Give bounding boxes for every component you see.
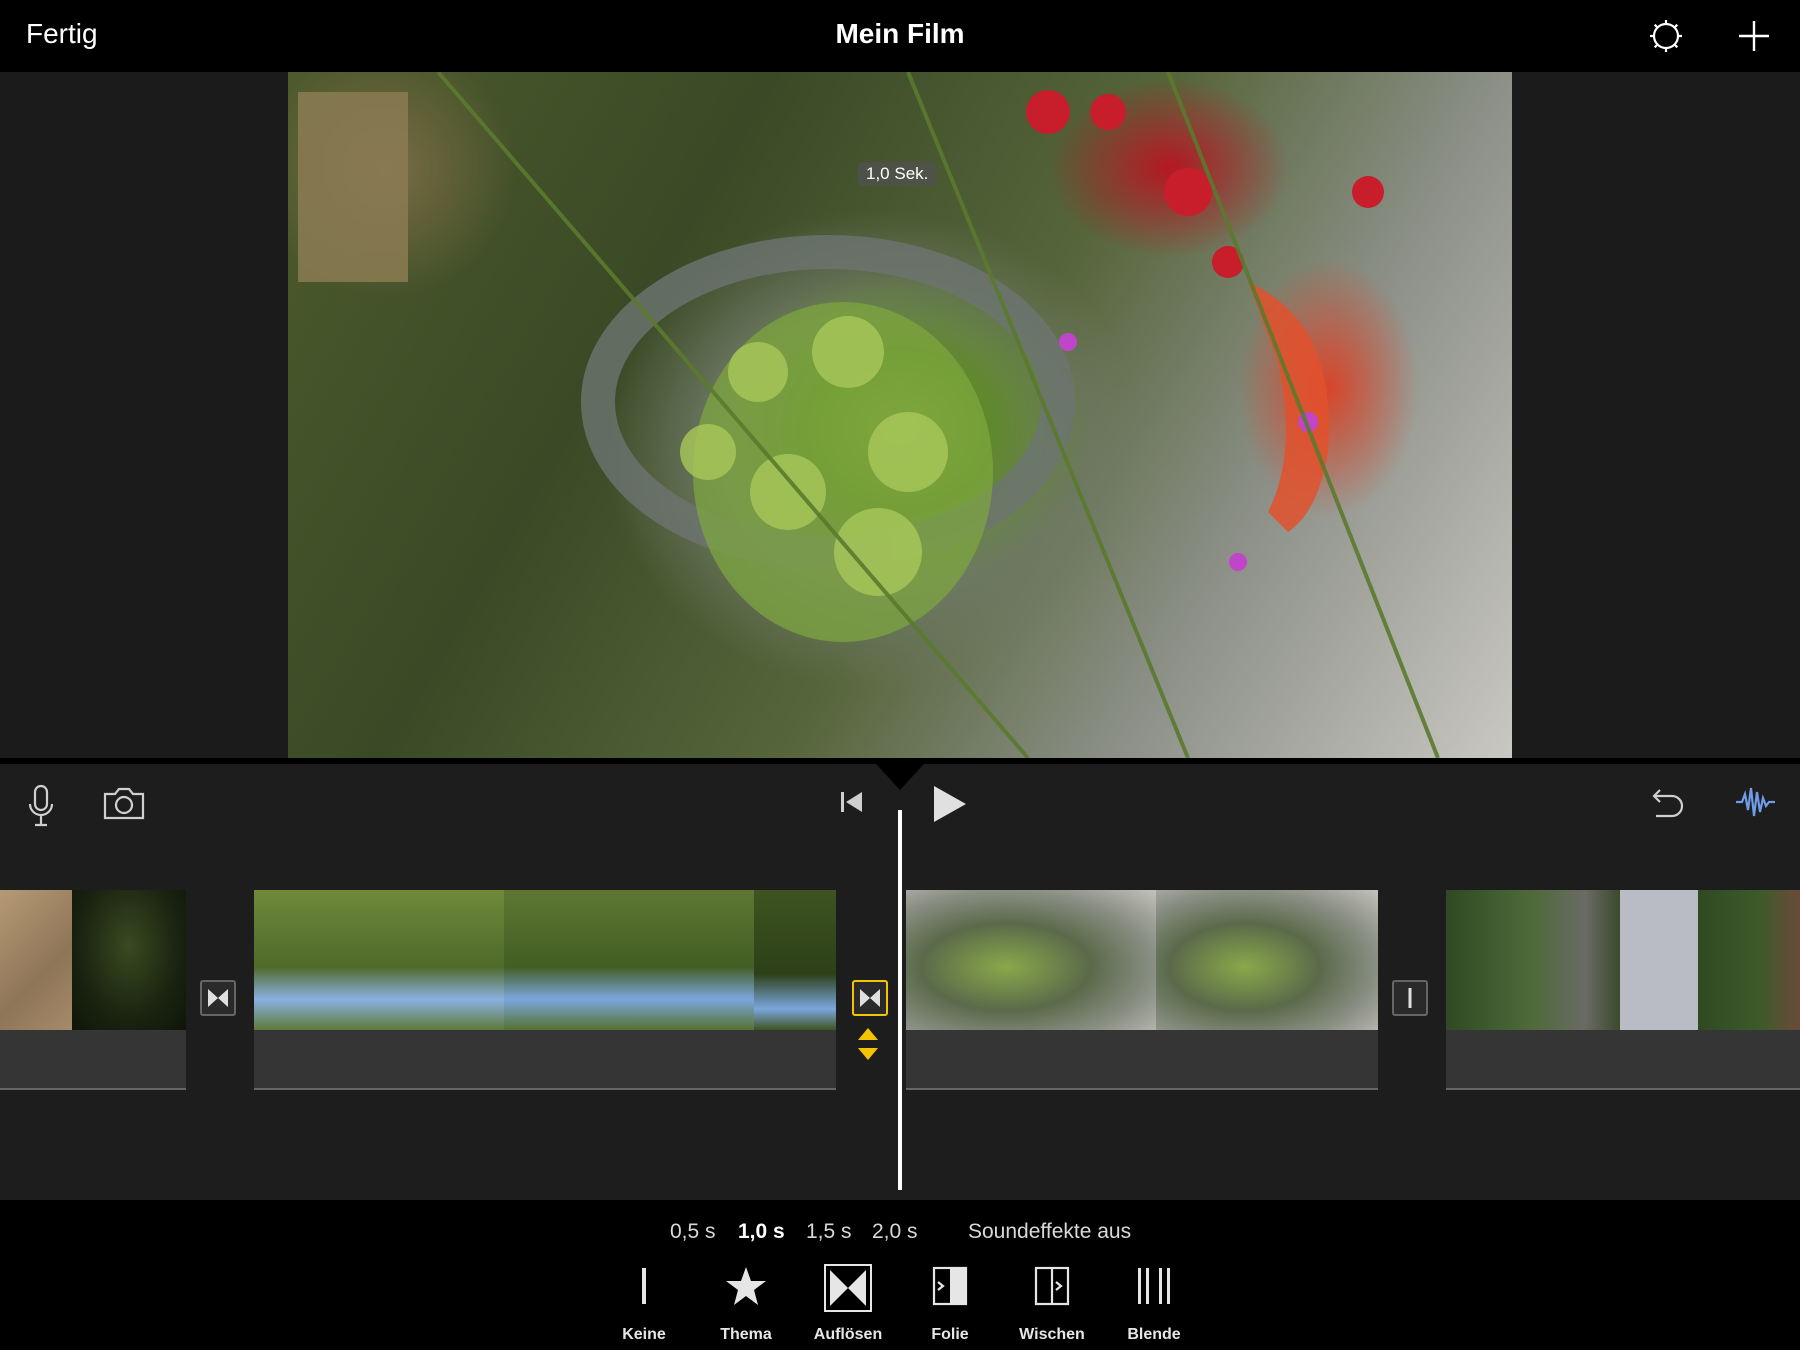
audio-waveform-icon [1736, 787, 1775, 817]
timeline-clip[interactable] [906, 890, 1378, 1030]
transition-adjust-handle[interactable] [856, 1026, 880, 1062]
undo-icon [1652, 789, 1684, 818]
timeline-editor [0, 758, 1800, 1200]
clip-thumbnail [254, 890, 504, 1030]
play-icon [934, 786, 966, 822]
duration-option[interactable]: 1,5 s [806, 1220, 852, 1244]
transition-button-selected[interactable] [852, 980, 888, 1016]
clip-thumbnail [72, 890, 186, 1030]
settings-button[interactable] [1646, 16, 1686, 56]
play-button[interactable] [930, 784, 968, 824]
transition-duration-badge: 1,0 Sek. [858, 162, 937, 186]
transition-fade-button[interactable]: Blende [1106, 1264, 1202, 1350]
transition-settings-bar: 0,5 s 1,0 s 1,5 s 2,0 s Soundeffekte aus… [0, 1200, 1800, 1350]
clip-audio-track[interactable] [254, 1030, 836, 1090]
clip-thumbnail [1156, 890, 1378, 1030]
clip-thumbnail [504, 890, 754, 1030]
clip-audio-track[interactable] [1446, 1030, 1800, 1090]
clip-thumbnail [754, 890, 836, 1030]
undo-button[interactable] [1646, 782, 1686, 822]
playhead-line[interactable] [898, 810, 902, 1190]
camera-button[interactable] [102, 786, 146, 820]
transition-button[interactable] [200, 980, 236, 1016]
transition-dissolve-button[interactable]: Auflösen [800, 1264, 896, 1350]
transition-none-button[interactable]: Keine [596, 1264, 692, 1350]
sound-effects-toggle[interactable]: Soundeffekte aus [968, 1220, 1131, 1244]
clip-audio-track[interactable] [906, 1030, 1378, 1090]
clip-thumbnail [0, 890, 72, 1030]
wipe-icon [1034, 1266, 1070, 1306]
none-transition-icon [642, 1268, 646, 1304]
clip-thumbnail [1698, 890, 1800, 1030]
dissolve-icon [824, 1264, 872, 1312]
gear-icon [1650, 20, 1682, 52]
top-bar: Fertig Mein Film [0, 0, 1800, 72]
fade-icon [1138, 1268, 1170, 1304]
clip-thumbnail [1620, 890, 1698, 1030]
transition-slide-button[interactable]: Folie [902, 1264, 998, 1350]
playhead-marker [876, 764, 924, 790]
star-icon [726, 1267, 766, 1305]
transition-theme-button[interactable]: Thema [698, 1264, 794, 1350]
skip-to-start-icon [841, 792, 862, 812]
clip-thumbnail [906, 890, 1156, 1030]
duration-option[interactable]: 0,5 s [670, 1220, 716, 1244]
clip-audio-track[interactable] [0, 1030, 186, 1090]
skip-to-start-button[interactable] [838, 788, 866, 816]
timeline-clip[interactable] [1446, 890, 1800, 1030]
cross-dissolve-icon [860, 989, 880, 1007]
microphone-icon [28, 784, 54, 827]
up-down-arrows-icon [858, 1028, 878, 1060]
plus-icon [1739, 21, 1769, 51]
clip-thumbnail [1446, 890, 1620, 1030]
transition-button[interactable] [1392, 980, 1428, 1016]
project-title: Mein Film [835, 18, 965, 49]
audio-waveform-button[interactable] [1734, 782, 1778, 822]
timeline-clip[interactable] [0, 890, 186, 1030]
done-button[interactable]: Fertig [26, 18, 98, 50]
transition-wipe-button[interactable]: Wischen [1004, 1264, 1100, 1350]
slide-icon [932, 1266, 968, 1306]
camera-icon [103, 787, 145, 820]
none-transition-icon [1408, 988, 1412, 1008]
viewer: 1,0 Sek. [0, 72, 1800, 758]
add-media-button[interactable] [1734, 16, 1774, 56]
duration-option[interactable]: 2,0 s [872, 1220, 918, 1244]
cross-dissolve-icon [208, 989, 228, 1007]
voiceover-button[interactable] [26, 784, 56, 828]
duration-option-selected[interactable]: 1,0 s [738, 1220, 785, 1244]
timeline-clip[interactable] [254, 890, 836, 1030]
